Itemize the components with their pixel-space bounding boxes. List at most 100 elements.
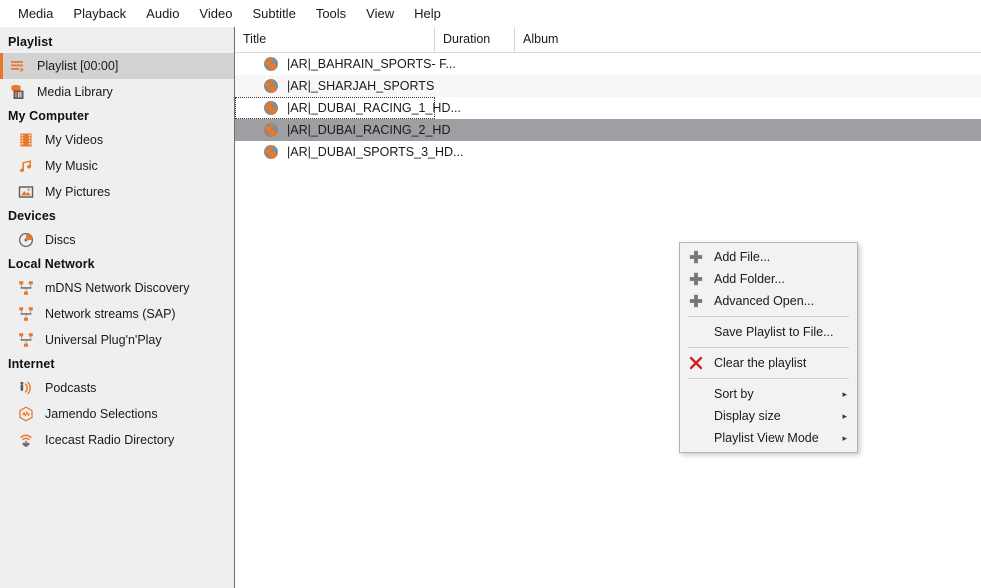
icecast-icon [16,431,36,449]
context-menu-item-label: Playlist View Mode [714,431,819,445]
globe-icon [263,100,279,116]
column-title[interactable]: Title [235,27,435,53]
globe-icon [263,122,279,138]
context-menu-item-playlist-view-mode[interactable]: Playlist View Mode ▸ [680,427,857,449]
sidebar-item-label: My Videos [45,133,104,147]
disc-icon [16,231,36,249]
sidebar-item-my-pictures[interactable]: My Pictures [0,179,234,205]
playlist-row[interactable]: |AR|_SHARJAH_SPORTS [235,75,981,97]
plus-icon [688,293,704,309]
column-album[interactable]: Album [515,27,981,53]
sidebar-item-discs[interactable]: Discs [0,227,234,253]
sidebar-item-network-streams-sap[interactable]: Network streams (SAP) [0,301,234,327]
podcast-icon [16,379,36,397]
playlist-row-title: |AR|_BAHRAIN_SPORTS- F... [287,57,456,71]
x-icon [688,355,704,371]
sidebar-item-universal-plug-n-play[interactable]: Universal Plug'n'Play [0,327,234,353]
sidebar-item-mdns-network-discovery[interactable]: mDNS Network Discovery [0,275,234,301]
sidebar-item-label: mDNS Network Discovery [45,281,190,295]
sidebar-section-header: Devices [8,209,56,223]
context-menu-item-clear-the-playlist[interactable]: Clear the playlist [680,352,857,374]
context-menu-item-label: Save Playlist to File... [714,325,834,339]
submenu-arrow-icon: ▸ [842,432,847,443]
network-icon [16,279,36,297]
menu-help[interactable]: Help [404,2,451,25]
picture-icon [16,183,36,201]
sidebar-item-icecast-radio-directory[interactable]: Icecast Radio Directory [0,427,234,453]
playlist-row-title: |AR|_DUBAI_RACING_2_HD [287,123,451,137]
playlist-icon [8,57,28,75]
sidebar-section-header: Playlist [8,35,53,49]
media-library-icon [8,83,28,101]
sidebar-item-my-music[interactable]: My Music [0,153,234,179]
menu-video[interactable]: Video [189,2,242,25]
menu-playback[interactable]: Playback [63,2,136,25]
sidebar-item-podcasts[interactable]: Podcasts [0,375,234,401]
context-menu-item-advanced-open[interactable]: Advanced Open... [680,290,857,312]
music-note-icon [16,157,36,175]
globe-icon [263,78,279,94]
context-menu-separator [688,378,849,379]
sidebar-item-playlist-00-00[interactable]: Playlist [00:00] [0,53,234,79]
context-menu-item-save-playlist-to-file[interactable]: Save Playlist to File... [680,321,857,343]
network-icon [16,305,36,323]
menu-bar: Media Playback Audio Video Subtitle Tools View… [0,0,981,27]
sidebar-section-header: Internet [8,357,55,371]
main-body: Playlist Playlist [00:00] Media Library My … [0,27,981,588]
playlist-row[interactable]: |AR|_DUBAI_RACING_1_HD... [235,97,461,119]
film-icon [16,131,36,149]
context-menu-separator [688,316,849,317]
playlist-context-menu[interactable]: Add File... Add Folder... Advanced Open...… [679,242,858,453]
sidebar-section-header: My Computer [8,109,89,123]
context-menu-item-add-file[interactable]: Add File... [680,246,857,268]
sidebar-item-label: Playlist [00:00] [37,59,119,73]
submenu-arrow-icon: ▸ [842,388,847,399]
context-menu-item-sort-by[interactable]: Sort by ▸ [680,383,857,405]
sidebar-item-label: Podcasts [45,381,97,395]
context-menu-item-add-folder[interactable]: Add Folder... [680,268,857,290]
globe-icon [263,144,279,160]
globe-icon [263,56,279,72]
menu-audio[interactable]: Audio [136,2,189,25]
context-menu-item-label: Add File... [714,250,771,264]
sidebar-item-media-library[interactable]: Media Library [0,79,234,105]
playlist-pane: Title Duration Album |AR|_BAHRAIN_SPORTS- … [235,27,981,588]
context-menu-item-label: Clear the playlist [714,356,807,370]
jamendo-icon [16,405,36,423]
sidebar-item-label: Jamendo Selections [45,407,158,421]
sidebar: Playlist Playlist [00:00] Media Library My … [0,27,235,588]
sidebar-item-label: Media Library [37,85,113,99]
playlist-rows: |AR|_BAHRAIN_SPORTS- F... |AR|_SHARJAH_SP… [235,53,981,163]
sidebar-item-label: My Pictures [45,185,111,199]
playlist-row[interactable]: |AR|_DUBAI_SPORTS_3_HD... [235,141,981,163]
sidebar-item-label: My Music [45,159,98,173]
menu-media[interactable]: Media [8,2,63,25]
playlist-row-title: |AR|_SHARJAH_SPORTS [287,79,435,93]
plus-icon [688,249,704,265]
sidebar-item-label: Icecast Radio Directory [45,433,175,447]
sidebar-item-jamendo-selections[interactable]: Jamendo Selections [0,401,234,427]
context-menu-item-label: Sort by [714,387,754,401]
context-menu-item-label: Display size [714,409,781,423]
menu-tools[interactable]: Tools [306,2,356,25]
sidebar-item-label: Universal Plug'n'Play [45,333,162,347]
playlist-header: Title Duration Album [235,27,981,53]
network-icon [16,331,36,349]
submenu-arrow-icon: ▸ [842,410,847,421]
column-duration[interactable]: Duration [435,27,515,53]
sidebar-item-label: Discs [45,233,76,247]
menu-view[interactable]: View [356,2,404,25]
playlist-row[interactable]: |AR|_DUBAI_RACING_2_HD [235,119,981,141]
playlist-row-title: |AR|_DUBAI_SPORTS_3_HD... [287,145,464,159]
context-menu-item-display-size[interactable]: Display size ▸ [680,405,857,427]
playlist-row[interactable]: |AR|_BAHRAIN_SPORTS- F... [235,53,981,75]
sidebar-item-my-videos[interactable]: My Videos [0,127,234,153]
sidebar-item-label: Network streams (SAP) [45,307,176,321]
context-menu-separator [688,347,849,348]
menu-subtitle[interactable]: Subtitle [242,2,305,25]
context-menu-item-label: Add Folder... [714,272,785,286]
context-menu-item-label: Advanced Open... [714,294,815,308]
plus-icon [688,271,704,287]
playlist-row-title: |AR|_DUBAI_RACING_1_HD... [287,101,461,115]
sidebar-section-header: Local Network [8,257,95,271]
